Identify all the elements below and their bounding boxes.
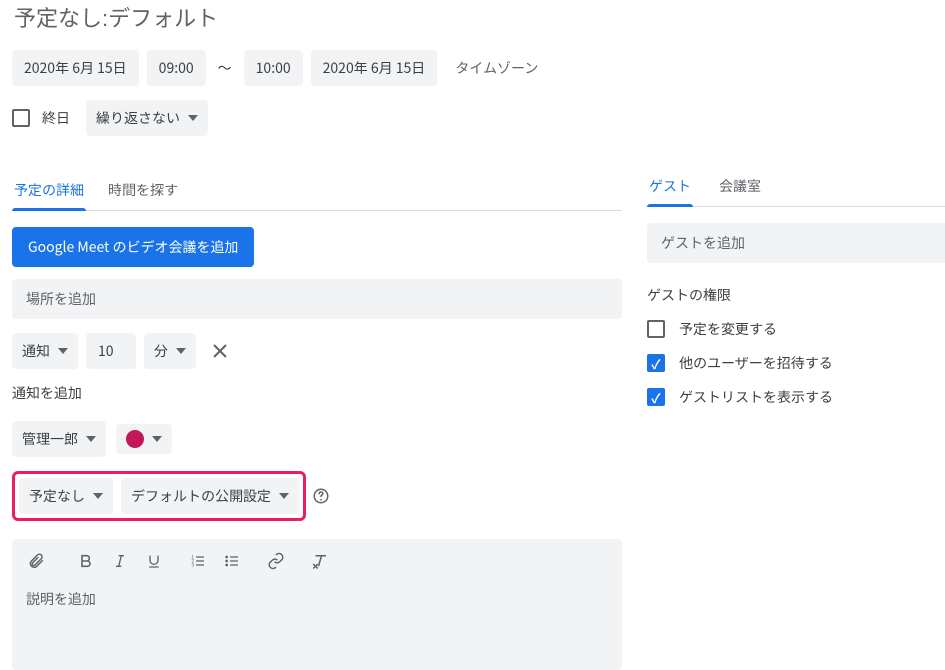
paperclip-icon xyxy=(27,552,45,570)
link-icon xyxy=(267,552,285,570)
clear-format-icon xyxy=(311,552,329,570)
end-time-text: 10:00 xyxy=(256,58,291,78)
repeat-label: 繰り返さない xyxy=(96,108,180,128)
tab-guests[interactable]: ゲスト xyxy=(647,168,693,206)
notification-unit-label: 分 xyxy=(154,341,168,361)
left-tabs: 予定の詳細 時間を探す xyxy=(12,172,622,211)
guest-input[interactable] xyxy=(647,223,945,263)
timezone-link[interactable]: タイムゾーン xyxy=(455,58,538,78)
availability-label: 予定なし xyxy=(29,486,85,506)
tab-rooms[interactable]: 会議室 xyxy=(717,168,763,206)
chevron-down-icon xyxy=(176,348,186,354)
visibility-select[interactable]: デフォルトの公開設定 xyxy=(121,478,299,514)
help-icon[interactable] xyxy=(312,487,330,505)
perm-seelist-row: ゲストリストを表示する xyxy=(647,387,945,407)
tab-details[interactable]: 予定の詳細 xyxy=(12,172,86,210)
chevron-down-icon xyxy=(188,115,198,121)
numbered-list-icon: 123 xyxy=(190,553,206,569)
start-time-chip[interactable]: 09:00 xyxy=(147,50,206,86)
close-icon xyxy=(213,344,227,358)
add-notification-link[interactable]: 通知を追加 xyxy=(12,383,622,403)
bold-icon xyxy=(78,553,94,569)
availability-select[interactable]: 予定なし xyxy=(19,478,113,514)
calendar-owner-select[interactable]: 管理一郎 xyxy=(12,421,106,457)
repeat-select[interactable]: 繰り返さない xyxy=(86,100,208,136)
tab-find-time[interactable]: 時間を探す xyxy=(106,172,180,210)
numbered-list-button[interactable]: 123 xyxy=(182,547,214,575)
notification-type-label: 通知 xyxy=(22,341,50,361)
remove-notification-button[interactable] xyxy=(210,341,230,361)
svg-text:3: 3 xyxy=(191,562,194,568)
permissions-header: ゲストの権限 xyxy=(647,285,945,305)
attach-button[interactable] xyxy=(20,547,52,575)
underline-icon xyxy=(146,553,162,569)
italic-button[interactable] xyxy=(104,547,136,575)
italic-icon xyxy=(112,553,128,569)
right-tabs: ゲスト 会議室 xyxy=(647,168,945,207)
start-date-chip[interactable]: 2020年 6月 15日 xyxy=(12,50,139,86)
event-title-input[interactable] xyxy=(12,0,622,36)
link-button[interactable] xyxy=(260,547,292,575)
all-day-checkbox[interactable] xyxy=(12,109,30,127)
chevron-down-icon xyxy=(279,493,289,499)
perm-invite-label: 他のユーザーを招待する xyxy=(679,353,833,373)
chevron-down-icon xyxy=(58,348,68,354)
bullet-list-icon xyxy=(224,553,240,569)
description-placeholder: 説明を追加 xyxy=(26,589,96,609)
description-toolbar: 123 xyxy=(12,539,622,581)
owner-row: 管理一郎 xyxy=(12,421,622,457)
notification-row: 通知 10 分 xyxy=(12,333,622,369)
start-date-text: 2020年 6月 15日 xyxy=(24,58,127,78)
perm-invite-row: 他のユーザーを招待する xyxy=(647,353,945,373)
clear-formatting-button[interactable] xyxy=(304,547,336,575)
chevron-down-icon xyxy=(93,493,103,499)
highlight-annotation: 予定なし デフォルトの公開設定 xyxy=(12,471,306,521)
underline-button[interactable] xyxy=(138,547,170,575)
perm-modify-checkbox[interactable] xyxy=(647,320,665,338)
chevron-down-icon xyxy=(152,436,162,442)
all-day-label: 終日 xyxy=(42,108,70,128)
perm-seelist-label: ゲストリストを表示する xyxy=(679,387,833,407)
description-editor: 123 説明を追加 xyxy=(12,539,622,670)
time-separator: 〜 xyxy=(214,58,236,78)
location-field[interactable] xyxy=(12,279,622,319)
guest-field[interactable] xyxy=(647,223,945,263)
calendar-owner-label: 管理一郎 xyxy=(22,429,78,449)
allday-repeat-row: 終日 繰り返さない xyxy=(12,100,622,136)
end-date-chip[interactable]: 2020年 6月 15日 xyxy=(311,50,438,86)
notification-unit-select[interactable]: 分 xyxy=(144,333,196,369)
end-date-text: 2020年 6月 15日 xyxy=(323,58,426,78)
description-textarea[interactable]: 説明を追加 xyxy=(12,581,622,670)
bold-button[interactable] xyxy=(70,547,102,575)
color-swatch xyxy=(126,430,144,448)
start-time-text: 09:00 xyxy=(159,58,194,78)
perm-modify-row: 予定を変更する xyxy=(647,319,945,339)
chevron-down-icon xyxy=(86,436,96,442)
location-input[interactable] xyxy=(12,279,622,319)
end-time-chip[interactable]: 10:00 xyxy=(244,50,303,86)
perm-seelist-checkbox[interactable] xyxy=(647,388,665,406)
datetime-row: 2020年 6月 15日 09:00 〜 10:00 2020年 6月 15日 … xyxy=(12,50,622,86)
visibility-label: デフォルトの公開設定 xyxy=(131,486,271,506)
perm-invite-checkbox[interactable] xyxy=(647,354,665,372)
notification-value-field[interactable]: 10 xyxy=(86,333,136,369)
add-google-meet-button[interactable]: Google Meet のビデオ会議を追加 xyxy=(12,227,254,267)
perm-modify-label: 予定を変更する xyxy=(679,319,777,339)
bullet-list-button[interactable] xyxy=(216,547,248,575)
event-color-select[interactable] xyxy=(116,424,172,454)
notification-type-select[interactable]: 通知 xyxy=(12,333,78,369)
